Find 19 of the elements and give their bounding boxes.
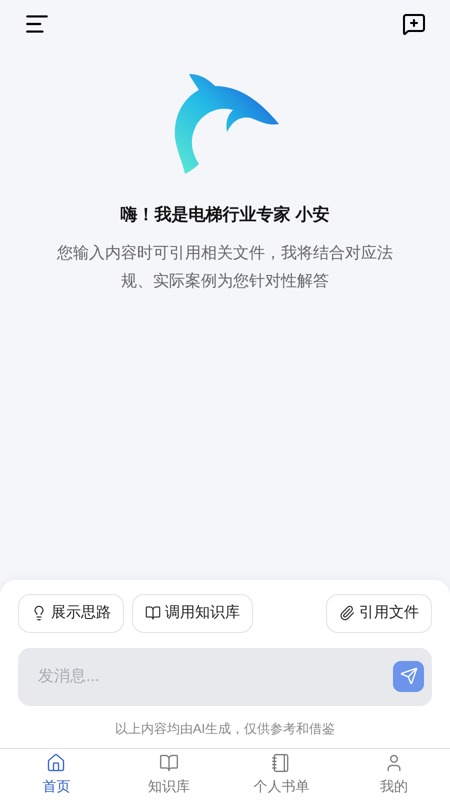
nav-tab[interactable]: 首页 bbox=[0, 749, 112, 800]
ai-disclaimer: 以上内容均由AI生成，仅供参考和借鉴 bbox=[114, 720, 336, 738]
greeting-title: 嗨！我是电梯行业专家 小安 bbox=[120, 204, 330, 226]
paper-plane-icon bbox=[400, 667, 418, 685]
send-button[interactable] bbox=[393, 660, 424, 692]
option-chip[interactable]: 引用文件 bbox=[326, 594, 432, 632]
option-chip[interactable]: 调用知识库 bbox=[132, 594, 253, 632]
nav-tab[interactable]: 个人书单 bbox=[225, 749, 338, 800]
open-book-icon bbox=[145, 605, 161, 621]
house-icon bbox=[46, 752, 66, 772]
open-book-icon bbox=[158, 752, 179, 772]
option-chip[interactable]: 展示思路 bbox=[18, 594, 124, 632]
new-chat-icon[interactable] bbox=[402, 12, 426, 36]
nav-tab[interactable]: 我的 bbox=[338, 749, 450, 800]
nav-tab[interactable]: 知识库 bbox=[112, 749, 225, 800]
notebook-icon bbox=[271, 752, 292, 772]
greeting-subtitle: 您输入内容时可引用相关文件，我将结合对应法规、实际案例为您针对性解答 bbox=[56, 244, 394, 292]
message-field[interactable]: 发消息... bbox=[18, 648, 432, 706]
paperclip-icon bbox=[339, 605, 355, 621]
